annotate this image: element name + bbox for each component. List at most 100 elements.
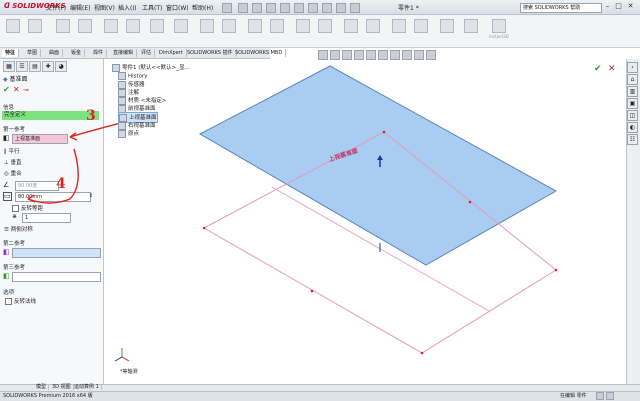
third-reference-field[interactable] [12,272,101,282]
loft-icon [78,19,92,33]
tool-draft[interactable] [266,18,288,44]
view-orientation-label: *等轴测 [120,369,138,375]
third-reference-icon: ◧ [3,272,10,280]
tab-sheet-metal[interactable]: 钣金 [68,49,86,57]
flip-normal-checkbox[interactable]: 反转法线 [5,297,36,305]
mirror-icon [414,19,428,33]
tool-loft[interactable] [74,18,96,44]
options-icon[interactable] [350,3,360,13]
select-icon[interactable] [322,3,332,13]
file-explorer-icon[interactable]: ▣ [627,98,638,109]
resources-icon[interactable]: ⌂ [627,74,638,85]
save-icon[interactable] [280,3,290,13]
tool-reference-geometry[interactable] [340,18,362,44]
tab-features[interactable]: 特征 [2,49,20,57]
fillet-icon [200,19,214,33]
options-header[interactable]: 选项 [3,288,14,296]
tab-motion-study[interactable]: 运动算例 1 [72,384,102,390]
second-reference-icon: ◧ [3,248,10,256]
view-palette-icon[interactable]: ◫ [627,110,638,121]
third-reference-header[interactable]: 第三参考 [3,263,25,271]
instant3d-icon [492,19,506,33]
menu-insert[interactable]: 插入(I) [118,3,136,12]
status-help-icon[interactable] [606,392,614,400]
rebuild-icon[interactable] [336,3,346,13]
intersect-icon [318,19,332,33]
triad-z-axis [114,356,123,362]
tool-extrude-cut[interactable] [100,18,122,44]
tab-dimxpert[interactable]: DimXpert [156,49,187,57]
pattern-icon [222,19,236,33]
home-icon[interactable] [238,3,248,13]
menu-file[interactable]: 文件(F) [46,3,66,12]
units-icon[interactable] [596,392,604,400]
tab-surfaces[interactable]: 曲面 [46,49,64,57]
tool-rib[interactable] [244,18,266,44]
tool-swept-cut[interactable] [170,18,192,44]
graphics-area[interactable] [104,59,624,384]
undo-icon[interactable] [308,3,318,13]
appearances-icon[interactable]: ◐ [627,122,638,133]
confirm-cancel-icon[interactable]: ✕ [608,64,616,74]
dome-icon [440,19,454,33]
tool-revolve-cut[interactable] [146,18,168,44]
menu-window[interactable]: 窗口(W) [166,3,189,12]
new-document-icon[interactable] [252,3,262,13]
annotation-step3: 3 [86,108,96,124]
offset-plane-preview[interactable] [198,65,558,266]
minimize-icon[interactable]: – [603,2,612,11]
maximize-icon[interactable]: □ [614,2,623,11]
print-icon[interactable] [294,3,304,13]
design-library-icon[interactable]: ▥ [627,86,638,97]
custom-properties-icon[interactable]: ☷ [627,134,638,145]
tool-instant3d[interactable]: Instant3D [488,18,510,44]
tool-revolve-boss[interactable] [24,18,46,44]
reference-geometry-icon [344,19,358,33]
help-search-input[interactable]: 搜索 SOLIDWORKS 帮助 [520,3,602,13]
second-reference-header[interactable]: 第二参考 [3,239,25,247]
second-reference-field[interactable] [12,248,101,258]
tool-pattern[interactable] [218,18,240,44]
tab-weldments[interactable]: 焊件 [90,49,108,57]
tab-3d-views[interactable]: 3D 视图 [50,384,74,390]
menu-help[interactable]: 帮助(H) [192,3,213,12]
menu-edit[interactable]: 编辑(E) [70,3,90,12]
swept-cut-icon [174,19,188,33]
tool-mirror[interactable] [410,18,432,44]
tab-mbd[interactable]: SOLIDWORKS MBD [232,49,287,57]
draft-icon [270,19,284,33]
status-product: SOLIDWORKS Premium 2016 x64 版 [3,393,93,399]
tool-extrude-boss[interactable] [2,18,24,44]
document-title: 零件1 * [398,5,419,12]
open-icon[interactable] [266,3,276,13]
curves-icon [366,19,380,33]
tool-intersect[interactable] [314,18,336,44]
annotation-step4: 4 [56,176,66,192]
tab-evaluate[interactable]: 评估 [138,49,156,57]
task-pane-expand-icon[interactable]: › [627,62,638,73]
tab-direct-editing[interactable]: 直接编辑 [110,49,138,57]
hole-icon [126,19,140,33]
status-mode: 在编辑 零件 [560,393,587,399]
pin-icon[interactable] [222,3,232,13]
tool-hole-wizard[interactable] [122,18,144,44]
sweep-icon [56,19,70,33]
arrow-step4 [27,148,79,204]
tool-dome[interactable] [436,18,458,44]
shell-icon [392,19,406,33]
confirm-ok-icon[interactable]: ✔ [594,64,602,74]
revolve-cut-icon [150,19,164,33]
tool-wrap[interactable] [292,18,314,44]
tab-addins[interactable]: SOLIDWORKS 插件 [184,49,237,57]
tool-curves[interactable] [362,18,384,44]
close-icon[interactable]: ✕ [626,2,635,11]
menu-tools[interactable]: 工具(T) [142,3,162,12]
tab-model[interactable]: 模型 [34,384,50,390]
menu-view[interactable]: 视图(V) [94,3,115,12]
tab-sketch[interactable]: 草图 [24,49,42,57]
tool-shell[interactable] [388,18,410,44]
tool-freeform[interactable] [460,18,482,44]
tool-fillet[interactable] [196,18,218,44]
cut-icon [104,19,118,33]
tool-sweep[interactable] [52,18,74,44]
